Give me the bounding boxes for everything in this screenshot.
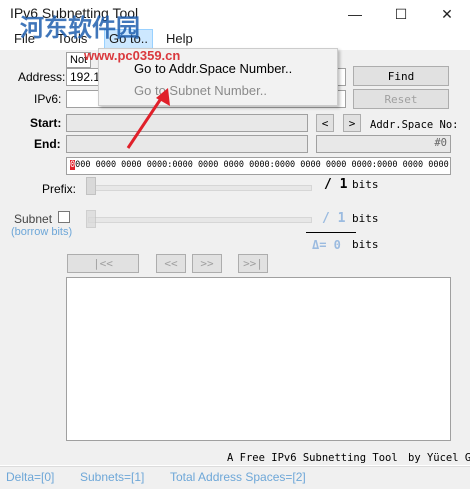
next-addr-button[interactable]: >	[343, 114, 361, 132]
last-subnet-button[interactable]: >>|	[238, 254, 268, 273]
addr-space-number: #0	[316, 135, 451, 153]
goto-addr-space-item[interactable]: Go to Addr.Space Number..	[134, 61, 292, 76]
subnet-checkbox[interactable]	[58, 211, 70, 223]
footer-author: by Yücel G	[408, 452, 470, 464]
watermark-text: 河东软件园	[20, 15, 140, 42]
binary-display: 0000 0000 0000 0000:0000 0000 0000 0000:…	[66, 157, 451, 175]
reset-button[interactable]: Reset	[353, 89, 449, 109]
end-label: End:	[34, 137, 61, 151]
subnet-slider-thumb[interactable]	[86, 210, 96, 228]
arrow-shaft	[126, 93, 166, 149]
close-icon[interactable]: ✕	[424, 2, 470, 26]
first-subnet-button[interactable]: |<<	[67, 254, 139, 273]
subnet-divider	[306, 232, 356, 233]
next-subnet-button[interactable]: >>	[192, 254, 222, 273]
delta-unit: bits	[352, 238, 379, 251]
prefix-label: Prefix:	[42, 182, 77, 196]
subnet-slider-track	[88, 217, 312, 223]
annotation-arrow	[126, 88, 170, 149]
ipv6-label: IPv6:	[34, 92, 62, 106]
subnet-unit: bits	[352, 212, 379, 225]
prev-subnet-button[interactable]: <<	[156, 254, 186, 273]
prev-addr-button[interactable]: <	[316, 114, 334, 132]
maximize-icon[interactable]: ☐	[378, 2, 424, 26]
delta-value: Δ= 0	[312, 238, 341, 252]
watermark-url: www.pc0359.cn	[84, 48, 181, 63]
address-label: Address:	[18, 70, 66, 84]
subnet-label: Subnet	[14, 212, 53, 226]
prefix-unit: bits	[352, 178, 379, 191]
find-button[interactable]: Find	[353, 66, 449, 86]
footer-tool-name: A Free IPv6 Subnetting Tool	[227, 452, 398, 464]
status-delta: Delta=[0]	[6, 470, 55, 484]
subnet-sublabel: (borrow bits)	[11, 226, 73, 238]
minimize-icon[interactable]: —	[332, 2, 378, 26]
status-subnets: Subnets=[1]	[80, 470, 145, 484]
addr-space-label: Addr.Space No:	[370, 119, 459, 131]
start-label: Start:	[30, 116, 62, 130]
start-field	[66, 114, 308, 132]
status-total: Total Address Spaces=[2]	[170, 470, 306, 484]
subnet-value: / 1	[322, 211, 346, 226]
prefix-slider-track	[88, 185, 312, 191]
menu-help[interactable]: Help	[166, 31, 193, 46]
binary-rest: 000 0000 0000 0000:0000 0000 0000 0000:0…	[75, 160, 451, 170]
prefix-slider-thumb[interactable]	[86, 177, 96, 195]
prefix-value: / 1	[324, 177, 348, 192]
results-list[interactable]	[66, 277, 451, 441]
end-field	[66, 135, 308, 153]
